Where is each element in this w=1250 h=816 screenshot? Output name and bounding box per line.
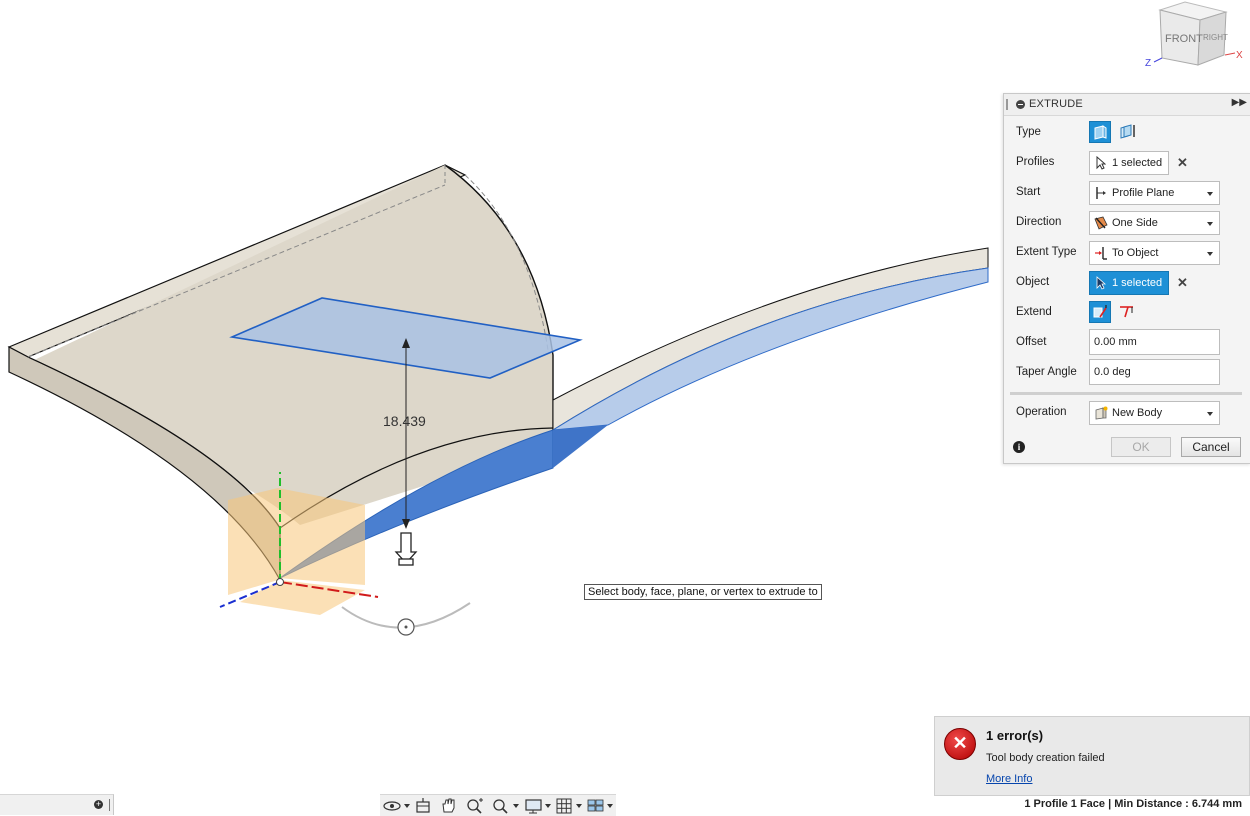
zoom-icon[interactable] [464,797,486,814]
profiles-clear-icon[interactable]: ✕ [1177,155,1188,171]
chevron-down-icon[interactable] [607,804,613,808]
new-body-icon [1095,406,1108,420]
fit-zoom-icon[interactable] [490,797,512,814]
direction-dropdown[interactable]: One Side [1089,211,1220,235]
chevron-down-icon[interactable] [545,804,551,808]
row-profiles: Profiles 1 selected ✕ [1004,147,1250,177]
viewports-icon[interactable] [585,797,607,814]
expand-icon[interactable]: ▶▶ [1232,97,1247,108]
chevron-down-icon [1207,222,1213,226]
grid-icon[interactable] [554,797,576,814]
taper-angle-input[interactable] [1089,359,1220,385]
error-notification: ✕ 1 error(s) Tool body creation failed M… [934,716,1250,796]
chevron-down-icon[interactable] [513,804,519,808]
status-readout: 1 Profile 1 Face | Min Distance : 6.744 … [1024,798,1242,810]
start-label: Start [1016,186,1041,198]
extrude-dialog: EXTRUDE ▶▶ Type Profiles 1 selected ✕ St… [1003,93,1250,464]
view-cube[interactable]: FRONT RIGHT X Z [1140,0,1250,75]
chevron-down-icon[interactable] [576,804,582,808]
dialog-title: EXTRUDE [1029,98,1083,110]
drag-grip-icon[interactable] [1006,99,1008,110]
panel-divider [1010,392,1242,395]
row-taper-angle: Taper Angle [1004,357,1250,387]
type-solid-button[interactable] [1089,121,1111,143]
solid-extrude-icon [1094,125,1107,140]
extent-type-dropdown[interactable]: To Object [1089,241,1220,265]
row-type: Type [1004,117,1250,147]
rotation-gizmo[interactable] [341,602,471,636]
cursor-arrow-icon [1096,156,1106,170]
viewcube-axis-z: Z [1145,58,1151,69]
chevron-down-icon [1207,252,1213,256]
row-start: Start Profile Plane [1004,177,1250,207]
chevron-down-icon [1207,412,1213,416]
chevron-down-icon [1207,192,1213,196]
one-side-icon [1094,216,1108,230]
start-value: Profile Plane [1112,187,1175,199]
taper-angle-label: Taper Angle [1016,366,1077,378]
look-at-icon[interactable] [413,797,435,814]
profiles-label: Profiles [1016,156,1055,168]
cursor-arrow-icon [1096,276,1106,290]
direction-label: Direction [1016,216,1062,228]
thin-extrude-icon [1120,124,1135,139]
pan-hand-icon[interactable] [438,797,460,814]
error-title: 1 error(s) [986,728,1044,743]
profiles-select-button[interactable]: 1 selected [1089,151,1170,175]
object-select-button[interactable]: 1 selected [1089,271,1170,295]
direction-value: One Side [1112,217,1158,229]
navigation-toolbar [380,794,616,816]
operation-label: Operation [1016,406,1067,418]
profile-plane-icon [1096,187,1106,199]
min-solution-icon [1120,306,1133,318]
more-info-link[interactable]: More Info [986,773,1032,785]
error-message: Tool body creation failed [986,752,1105,764]
orbit-icon[interactable] [382,797,404,814]
operation-value: New Body [1112,407,1163,419]
drag-manipulator-icon[interactable] [394,532,418,566]
row-object: Object 1 selected ✕ [1004,267,1250,297]
row-extent-type: Extent Type To Object [1004,237,1250,267]
extend-faces-button[interactable] [1089,301,1111,323]
add-icon[interactable]: + [94,800,103,809]
browser-pane-collapsed[interactable]: + [0,794,114,815]
viewcube-axis-x: X [1236,50,1243,61]
to-object-icon [1095,247,1107,260]
offset-label: Offset [1016,336,1047,348]
type-label: Type [1016,126,1041,138]
extent-type-value: To Object [1112,247,1159,259]
extent-type-label: Extent Type [1016,246,1077,258]
error-icon: ✕ [944,728,976,760]
row-offset: Offset [1004,327,1250,357]
ok-button[interactable]: OK [1111,437,1171,457]
info-icon[interactable]: i [1013,441,1025,453]
extend-faces-icon [1093,305,1107,318]
cancel-button[interactable]: Cancel [1181,437,1241,457]
extend-min-solution-button[interactable] [1117,301,1139,323]
dialog-header[interactable]: EXTRUDE ▶▶ [1004,94,1250,116]
row-operation: Operation New Body [1004,397,1250,427]
type-thin-button[interactable] [1117,121,1139,143]
extend-label: Extend [1016,306,1052,318]
chevron-down-icon[interactable] [404,804,410,808]
collapse-icon[interactable] [1016,100,1025,109]
start-dropdown[interactable]: Profile Plane [1089,181,1220,205]
object-label: Object [1016,276,1050,288]
row-direction: Direction One Side [1004,207,1250,237]
profiles-value: 1 selected [1112,157,1163,169]
operation-dropdown[interactable]: New Body [1089,401,1220,425]
row-extend: Extend [1004,297,1250,327]
pane-grip-icon[interactable] [109,799,110,811]
selection-tooltip: Select body, face, plane, or vertex to e… [584,584,822,600]
viewcube-right-label: RIGHT [1203,33,1228,42]
display-settings-icon[interactable] [523,797,545,814]
viewcube-front-label: FRONT [1165,33,1203,45]
object-clear-icon[interactable]: ✕ [1177,275,1188,291]
offset-input[interactable] [1089,329,1220,355]
dimension-value[interactable]: 18.439 [383,413,426,429]
object-value: 1 selected [1112,277,1163,289]
origin-planes [228,488,365,615]
